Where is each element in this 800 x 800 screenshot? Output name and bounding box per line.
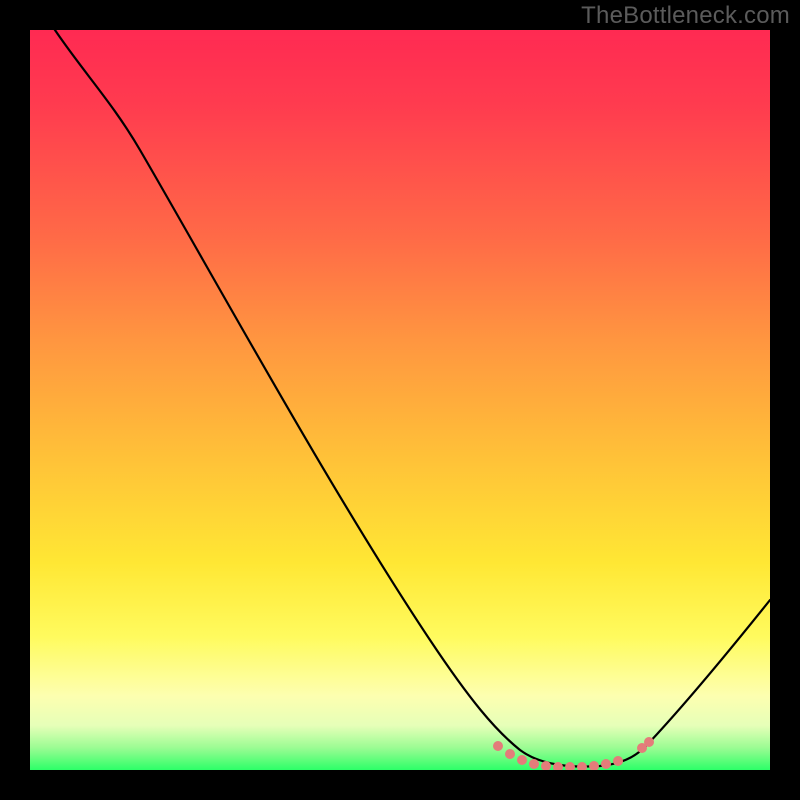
highlight-dot [613, 756, 623, 766]
plot-area [30, 30, 770, 770]
highlight-dot [517, 755, 527, 765]
highlight-dot [505, 749, 515, 759]
highlight-dot [493, 741, 503, 751]
highlight-dot [644, 737, 654, 747]
highlight-dot [589, 761, 599, 770]
curve-layer [30, 30, 770, 770]
highlight-dot [577, 762, 587, 770]
bottleneck-curve [30, 30, 770, 767]
highlight-dot [565, 762, 575, 770]
highlight-dot [601, 759, 611, 769]
watermark-text: TheBottleneck.com [581, 2, 790, 30]
highlight-dot [529, 759, 539, 769]
highlight-dots [493, 737, 654, 770]
chart-frame: TheBottleneck.com [0, 0, 800, 800]
